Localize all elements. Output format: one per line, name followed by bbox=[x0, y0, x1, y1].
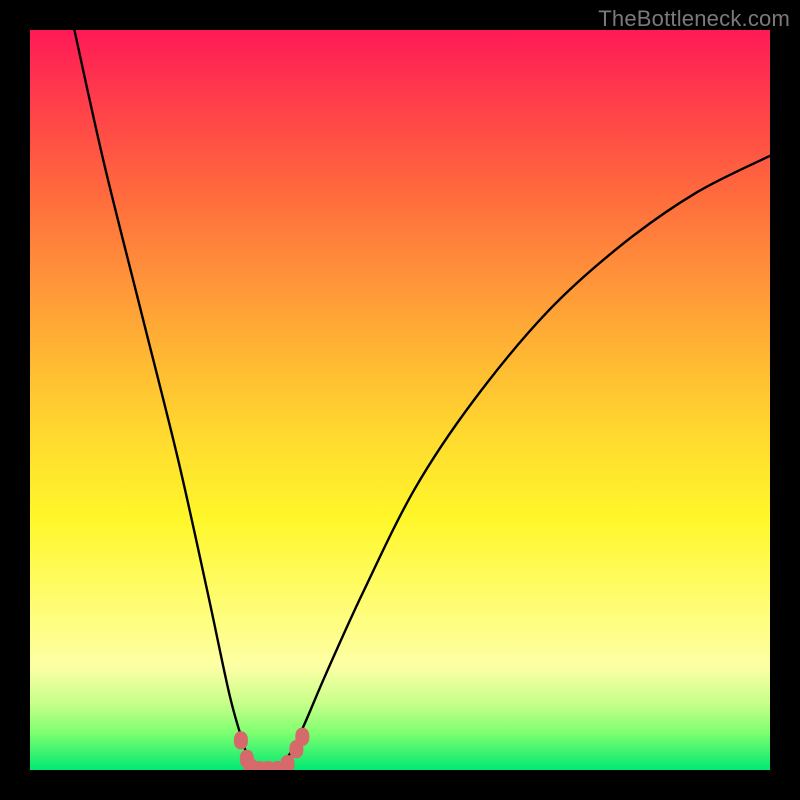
bottleneck-curve-svg bbox=[30, 30, 770, 770]
highlight-marker bbox=[281, 755, 295, 770]
highlight-marker bbox=[295, 728, 309, 746]
watermark-text: TheBottleneck.com bbox=[598, 6, 790, 32]
highlight-marker bbox=[234, 731, 248, 749]
bottleneck-curve-path bbox=[74, 30, 770, 770]
chart-plot-area bbox=[30, 30, 770, 770]
